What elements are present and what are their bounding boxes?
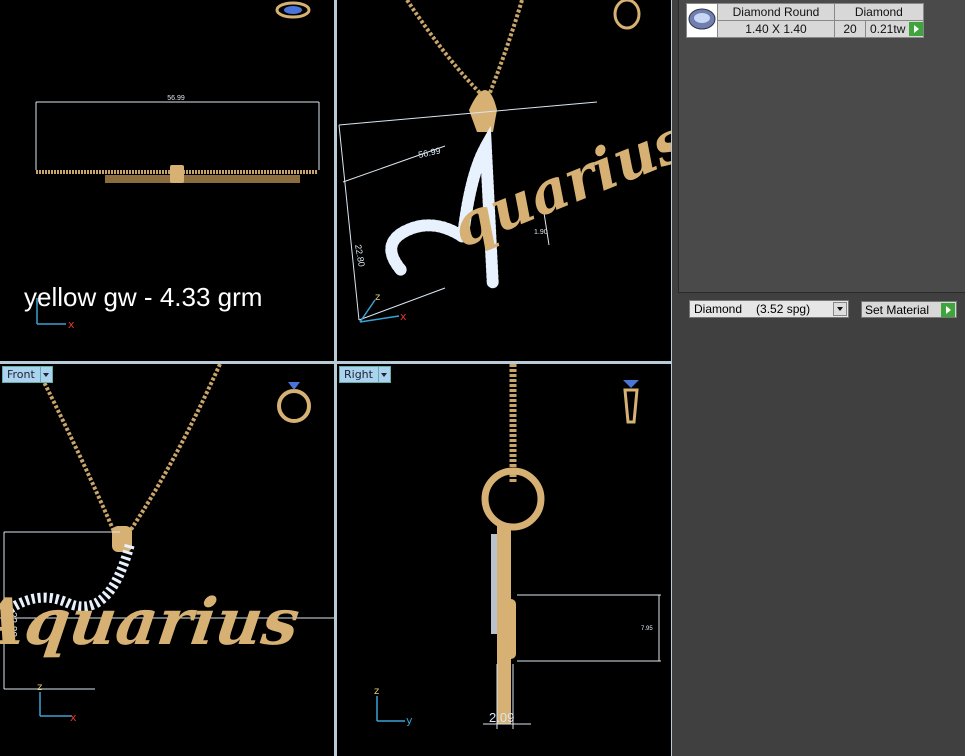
right-dim-width: 2.09 — [489, 710, 514, 725]
play-icon[interactable] — [941, 302, 955, 317]
gem-material: Diamond — [834, 3, 924, 21]
gem-weight: 0.21tw — [870, 21, 906, 36]
gem-weight-cell: 0.21tw — [865, 20, 924, 38]
axis-x-label: x — [400, 310, 407, 323]
gem-count: 20 — [834, 20, 866, 38]
ring-indicator-icon — [613, 0, 641, 30]
right-drawing: 7.95 2.09 z y — [374, 364, 661, 729]
viewport-right[interactable]: 7.95 2.09 z y Right — [337, 364, 671, 756]
axis-z-label: z — [37, 682, 42, 693]
gem-size: 1.40 X 1.40 — [717, 20, 835, 38]
front-drawing: 22.80 Aquarius z x — [0, 364, 334, 724]
ring-indicator-icon — [623, 380, 639, 424]
axis-x-label: x — [68, 318, 75, 331]
chevron-down-icon[interactable] — [377, 367, 390, 382]
right-dim-small: 7.95 — [641, 626, 653, 632]
persp-dim-length: 56.99 — [417, 145, 441, 159]
front-tab-label: Front — [7, 368, 35, 381]
right-tab-label: Right — [344, 368, 373, 381]
axis-z-label: z — [374, 686, 379, 697]
axis-x-label: x — [70, 711, 77, 724]
persp-dim-height: 22.80 — [353, 244, 367, 268]
gem-table[interactable]: Diamond Round Diamond 1.40 X 1.40 20 0.2… — [686, 3, 924, 38]
top-dim-label: 56.99 — [167, 95, 185, 102]
perspective-drawing: 56.99 22.80 1.90 quarius z x — [338, 0, 671, 323]
set-material-button[interactable]: Set Material — [861, 301, 957, 318]
viewport-front[interactable]: 22.80 Aquarius z x Front — [0, 364, 334, 756]
material-spg: (3.52 spg) — [756, 302, 811, 316]
pendant-script-text: Aquarius — [0, 585, 304, 660]
viewport-divider[interactable] — [334, 0, 337, 756]
ring-indicator-icon — [277, 382, 311, 423]
material-select-value: Diamond — [694, 302, 743, 316]
table-row[interactable]: 1.40 X 1.40 20 0.21tw — [687, 20, 924, 38]
axis-z-label: z — [375, 292, 380, 303]
axis-y-label: y — [406, 714, 413, 727]
ring-indicator-icon — [275, 1, 311, 19]
weight-overlay-text: yellow gw - 4.33 grm — [24, 282, 263, 312]
table-row[interactable]: Diamond Round Diamond — [686, 3, 924, 38]
viewport-divider[interactable] — [0, 361, 671, 364]
set-material-label: Set Material — [865, 302, 930, 317]
gem-list-panel — [678, 0, 965, 293]
play-icon[interactable] — [908, 22, 923, 37]
viewport-perspective[interactable]: 56.99 22.80 1.90 quarius z x — [337, 0, 671, 361]
chevron-down-icon[interactable] — [833, 302, 847, 316]
gem-shape: Diamond Round — [717, 3, 835, 21]
tab-front[interactable]: Front — [2, 366, 53, 383]
viewport-top[interactable]: 56.99 x yellow gw - 4.33 grm — [0, 0, 334, 361]
material-select[interactable]: Diamond (3.52 spg) — [689, 300, 849, 318]
diamond-icon — [686, 3, 718, 38]
tab-right[interactable]: Right — [339, 366, 391, 383]
chevron-down-icon[interactable] — [39, 367, 52, 382]
